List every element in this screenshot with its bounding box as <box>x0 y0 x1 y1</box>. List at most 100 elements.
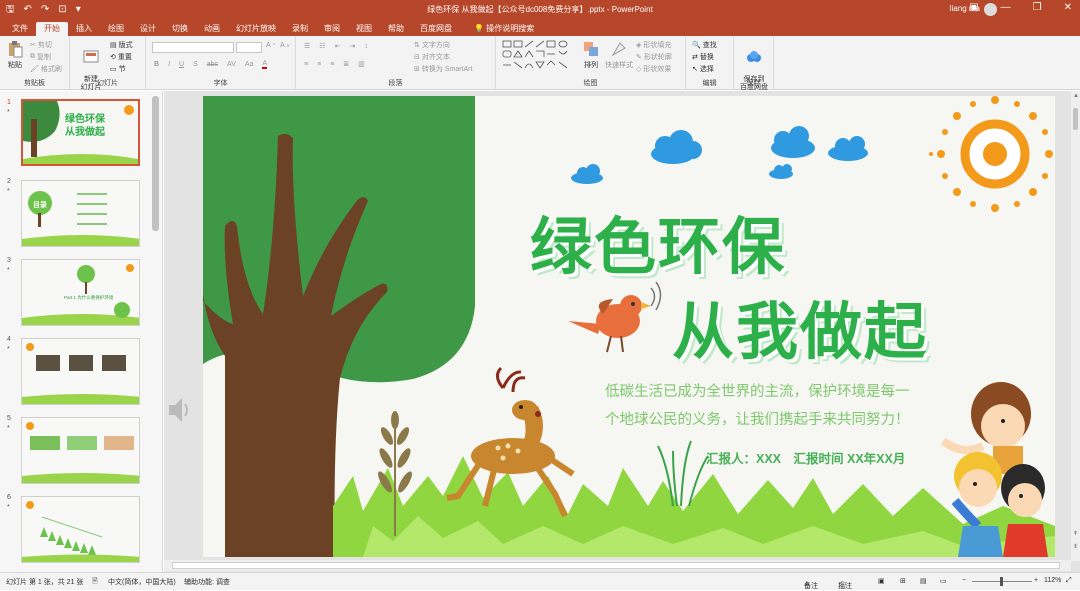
zoom-in-button[interactable]: + <box>1034 577 1038 584</box>
vertical-scroll-thumb[interactable] <box>1073 108 1078 130</box>
align-center-icon[interactable]: ≡ <box>317 61 321 68</box>
shape-fill-button[interactable]: ◈ 形状填充 <box>636 40 671 50</box>
char-spacing-button[interactable]: AV <box>227 61 236 68</box>
tab-insert[interactable]: 插入 <box>68 22 100 36</box>
tab-baidu-netdisk[interactable]: 百度网盘 <box>412 22 460 36</box>
ribbon-display-icon[interactable]: ▣ <box>969 2 978 13</box>
slide-title-line2[interactable]: 从我做起 <box>672 281 928 371</box>
reset-button[interactable]: ⟲ 重置 <box>110 52 132 62</box>
columns-icon[interactable]: ▥ <box>358 60 365 68</box>
close-icon[interactable]: ✕ <box>1064 2 1072 13</box>
minimize-icon[interactable]: — <box>1001 2 1011 13</box>
font-style-buttons: B I U Sabc AV Aa A <box>154 60 268 69</box>
arrange-button[interactable]: 排列 <box>580 40 602 70</box>
replace-button[interactable]: ⇄ 替换 <box>692 52 714 62</box>
tell-me-search[interactable]: 💡 操作说明搜索 <box>466 22 542 36</box>
restore-icon[interactable]: ❐ <box>1033 2 1042 13</box>
normal-view-icon[interactable]: ▣ <box>878 577 885 585</box>
tab-draw[interactable]: 绘图 <box>100 22 132 36</box>
smartart-button[interactable]: ⊞ 转换为 SmartArt <box>414 64 472 74</box>
select-button[interactable]: ↖ 选择 <box>692 64 714 74</box>
horizontal-scrollbar[interactable] <box>164 560 1071 571</box>
change-case-button[interactable]: Aa <box>245 61 254 68</box>
slide-thumbnail-5[interactable] <box>21 417 140 484</box>
tab-design[interactable]: 设计 <box>132 22 164 36</box>
language-status[interactable]: 中文(简体，中国大陆) <box>108 577 176 587</box>
slide-title-line1[interactable]: 绿色环保 <box>530 196 786 286</box>
thumbnails-scrollbar[interactable] <box>152 96 159 231</box>
ribbon: 粘贴 ✂ 剪切 ⧉ 复制 🖌 格式刷 剪贴板 新建 幻灯片 ▤ 版式 ⟲ 重置 ▭ 节 幻灯… <box>0 36 1080 91</box>
horizontal-scroll-thumb[interactable] <box>172 562 1060 569</box>
find-button[interactable]: 🔍 查找 <box>692 40 717 50</box>
reading-view-icon[interactable]: ▤ <box>920 577 927 585</box>
zoom-level[interactable]: 112% <box>1044 577 1061 584</box>
italic-button[interactable]: I <box>168 61 170 68</box>
tab-home[interactable]: 开始 <box>36 22 68 36</box>
tab-file[interactable]: 文件 <box>4 22 36 36</box>
align-left-icon[interactable]: ≡ <box>304 61 308 68</box>
decrease-indent-icon[interactable]: ⇤ <box>335 42 341 50</box>
reporter-info[interactable]: 汇报人：XXX 汇报时间 XX年XX月 <box>706 448 905 467</box>
layout-button[interactable]: ▤ 版式 <box>110 40 133 50</box>
section-button[interactable]: ▭ 节 <box>110 64 126 74</box>
thumb-star-1: * <box>7 109 10 116</box>
tab-help[interactable]: 帮助 <box>380 22 412 36</box>
font-name-combo[interactable] <box>152 42 234 53</box>
grow-font-button[interactable]: A ^ <box>266 42 275 49</box>
tab-slideshow[interactable]: 幻灯片放映 <box>228 22 284 36</box>
slide-thumbnail-2[interactable]: 目录 <box>21 180 140 247</box>
next-slide-icon[interactable]: ⇟ <box>1073 543 1078 550</box>
shape-effects-button[interactable]: ◇ 形状效果 <box>636 64 671 74</box>
tab-view[interactable]: 视图 <box>348 22 380 36</box>
spellcheck-icon[interactable]: 🗎 <box>92 577 98 588</box>
text-direction-button[interactable]: ⇅ 文字方向 <box>414 40 450 50</box>
slide-thumbnail-6[interactable] <box>21 496 140 563</box>
line-spacing-icon[interactable]: ↕ <box>364 43 368 50</box>
numbering-icon[interactable]: ☷ <box>319 42 325 50</box>
copy-button[interactable]: ⧉ 复制 <box>30 52 51 62</box>
slide-canvas[interactable]: 绿色环保 从我做起 低碳生活已成为全世界的主流，保护环境是每一 个地球公民的义务… <box>203 96 1055 557</box>
cut-button[interactable]: ✂ 剪切 <box>30 40 52 50</box>
zoom-out-button[interactable]: − <box>962 577 966 584</box>
shrink-font-button[interactable]: Av <box>280 42 290 49</box>
font-size-combo[interactable] <box>236 42 262 53</box>
tab-transitions[interactable]: 切换 <box>164 22 196 36</box>
align-text-button[interactable]: ⊟ 对齐文本 <box>414 52 450 62</box>
quick-styles-button[interactable]: 快速样式 <box>604 40 634 70</box>
strikethrough-button[interactable]: abc <box>207 61 218 68</box>
slide-thumbnail-3[interactable]: Part 1 为什么要保护环境 <box>21 259 140 326</box>
increase-indent-icon[interactable]: ⇥ <box>349 42 355 50</box>
slide-thumbnail-4[interactable] <box>21 338 140 405</box>
accessibility-status[interactable]: 辅助功能: 调查 <box>184 577 230 587</box>
align-right-icon[interactable]: ≡ <box>330 61 334 68</box>
underline-button[interactable]: U <box>179 61 184 68</box>
prev-slide-icon[interactable]: ⇞ <box>1073 530 1078 537</box>
tab-review[interactable]: 审阅 <box>316 22 348 36</box>
font-color-button[interactable]: A <box>262 60 268 69</box>
slide-subtitle[interactable]: 低碳生活已成为全世界的主流，保护环境是每一 个地球公民的义务，让我们携起手来共同… <box>605 378 935 434</box>
fit-to-window-icon[interactable]: ⤢ <box>1066 577 1072 585</box>
slide-thumbnail-1[interactable]: 绿色环保 从我做起 <box>21 99 140 166</box>
justify-icon[interactable]: ≣ <box>343 60 349 68</box>
bold-button[interactable]: B <box>154 61 159 68</box>
scissors-icon: ✂ <box>30 42 36 49</box>
speaker-icon[interactable] <box>166 394 192 426</box>
vertical-scrollbar[interactable] <box>1071 91 1080 561</box>
thumb-number-5: 5 <box>7 415 11 422</box>
tab-record[interactable]: 录制 <box>284 22 316 36</box>
zoom-slider-thumb[interactable] <box>1000 577 1003 586</box>
copy-icon: ⧉ <box>30 53 35 60</box>
tab-animations[interactable]: 动画 <box>196 22 228 36</box>
paste-button[interactable]: 粘贴 <box>4 40 26 70</box>
slideshow-view-icon[interactable]: ▭ <box>940 577 947 585</box>
shape-outline-button[interactable]: ✎ 形状轮廓 <box>636 52 672 62</box>
thumb-title-2: 目录 <box>33 202 47 209</box>
bullets-icon[interactable]: ☰ <box>304 42 310 50</box>
shapes-gallery[interactable] <box>502 40 572 70</box>
shadow-button[interactable]: S <box>193 61 198 68</box>
scroll-up-icon[interactable]: ▲ <box>1073 93 1079 99</box>
slide-subtitle-line1: 低碳生活已成为全世界的主流，保护环境是每一 <box>605 384 910 400</box>
section-icon: ▭ <box>110 66 117 73</box>
format-painter-button[interactable]: 🖌 格式刷 <box>30 64 62 74</box>
slide-sorter-icon[interactable]: ⊞ <box>900 577 906 585</box>
